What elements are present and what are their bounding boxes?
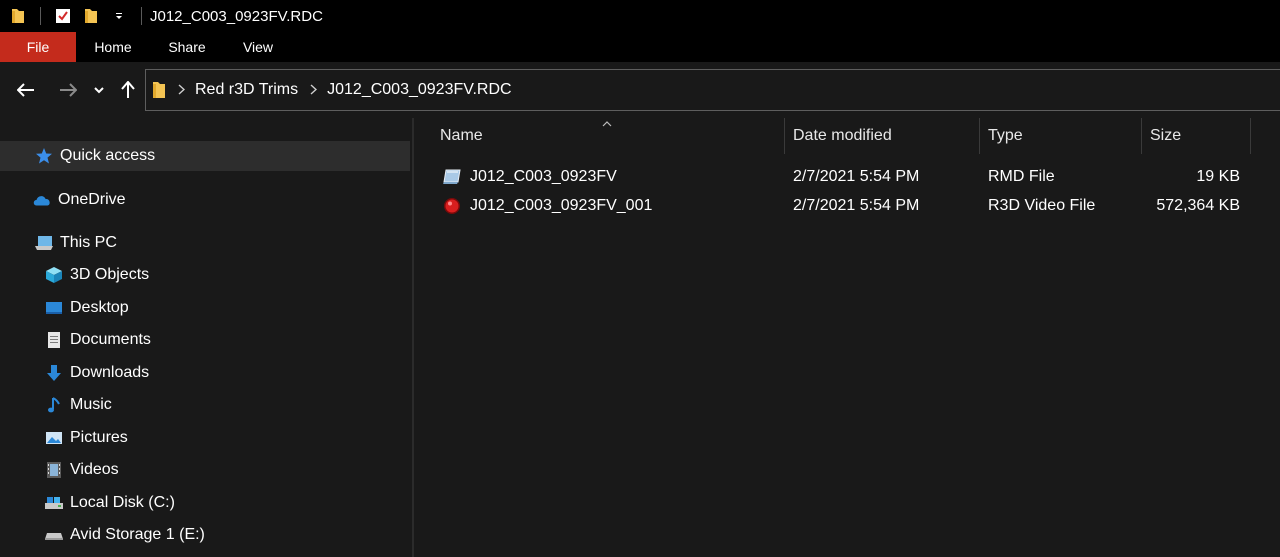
title-bar: J012_C003_0923FV.RDC <box>0 0 1280 32</box>
toolbar-separator <box>40 7 41 25</box>
up-button[interactable] <box>113 75 143 105</box>
address-bar[interactable]: Red r3D Trims J012_C003_0923FV.RDC <box>145 69 1280 111</box>
document-icon <box>44 330 64 350</box>
column-divider[interactable] <box>1250 118 1251 154</box>
sidebar-item-downloads[interactable]: Downloads <box>0 358 410 388</box>
sidebar-item-label: Music <box>70 396 112 413</box>
sidebar-item-documents[interactable]: Documents <box>0 325 410 355</box>
sidebar-item-label: Desktop <box>70 299 129 316</box>
ribbon-tabs: File Home Share View <box>0 32 1280 62</box>
forward-button[interactable] <box>53 75 83 105</box>
sidebar-item-label: Pictures <box>70 429 128 446</box>
cloud-icon <box>32 190 52 210</box>
column-divider[interactable] <box>979 118 980 154</box>
breadcrumb-red-r3d-trims[interactable]: Red r3D Trims <box>195 81 298 99</box>
file-name-cell: J012_C003_0923FV_001 <box>442 192 782 220</box>
sidebar-item-onedrive[interactable]: OneDrive <box>0 185 410 215</box>
sidebar-item-music[interactable]: Music <box>0 390 410 420</box>
file-name: J012_C003_0923FV <box>470 168 617 185</box>
column-header-size[interactable]: Size <box>1150 118 1250 154</box>
file-type-cell: R3D Video File <box>988 197 1096 214</box>
window-title: J012_C003_0923FV.RDC <box>150 7 323 25</box>
tab-share[interactable]: Share <box>150 32 224 62</box>
file-date-cell: 2/7/2021 5:54 PM <box>793 168 920 185</box>
breadcrumb-chevron-icon[interactable] <box>178 82 186 98</box>
sidebar-item-3d-objects[interactable]: 3D Objects <box>0 260 410 290</box>
sidebar-item-label: 3D Objects <box>70 266 150 283</box>
file-size-cell: 19 KB <box>1196 168 1240 185</box>
sidebar-item-label: Documents <box>70 331 151 348</box>
column-header-date-modified[interactable]: Date modified <box>793 118 979 154</box>
sidebar-item-label: This PC <box>60 234 117 251</box>
sidebar-item-label: Avid Storage 1 (E:) <box>70 526 205 543</box>
column-divider[interactable] <box>784 118 785 154</box>
file-type-cell: RMD File <box>988 168 1055 185</box>
sidebar-item-label: Quick access <box>60 147 156 164</box>
sidebar-item-desktop[interactable]: Desktop <box>0 293 410 323</box>
file-date-cell: 2/7/2021 5:54 PM <box>793 197 920 214</box>
file-name-cell: J012_C003_0923FV <box>442 163 782 191</box>
folder-icon <box>10 8 26 24</box>
computer-icon <box>34 233 54 253</box>
folder-icon <box>152 81 166 99</box>
column-divider[interactable] <box>1141 118 1142 154</box>
tab-view[interactable]: View <box>224 32 292 62</box>
new-folder-icon[interactable] <box>83 8 99 24</box>
sidebar-item-pictures[interactable]: Pictures <box>0 423 410 453</box>
file-list: Name Date modified Type Size J012_C003_0… <box>414 118 1280 557</box>
sidebar-item-local-disk-c[interactable]: Local Disk (C:) <box>0 488 410 518</box>
star-icon <box>34 146 54 166</box>
rmd-file-icon <box>442 167 462 187</box>
film-icon <box>44 460 64 480</box>
up-arrow-icon <box>121 81 135 98</box>
cube-icon <box>44 265 64 285</box>
column-header-name[interactable]: Name <box>440 118 784 154</box>
drive-icon <box>44 493 64 513</box>
file-row[interactable]: J012_C003_0923FV 2/7/2021 5:54 PM RMD Fi… <box>438 163 1268 191</box>
column-header-type[interactable]: Type <box>988 118 1141 154</box>
navigation-pane: Quick access OneDrive This PC 3D Objects… <box>0 118 412 557</box>
sidebar-item-quick-access[interactable]: Quick access <box>0 141 410 171</box>
navigation-bar: Red r3D Trims J012_C003_0923FV.RDC <box>0 62 1280 118</box>
toolbar-separator <box>141 7 142 25</box>
breadcrumb-current-folder[interactable]: J012_C003_0923FV.RDC <box>327 81 511 99</box>
forward-arrow-icon <box>60 83 77 97</box>
column-headers: Name Date modified Type Size <box>414 118 1280 154</box>
r3d-file-icon <box>442 196 462 216</box>
breadcrumb-chevron-icon[interactable] <box>310 82 318 98</box>
tab-file[interactable]: File <box>0 32 76 62</box>
sidebar-item-label: Local Disk (C:) <box>70 494 175 511</box>
sidebar-item-label: Downloads <box>70 364 150 381</box>
customize-toolbar-chevron-icon[interactable] <box>111 8 127 24</box>
sidebar-item-videos[interactable]: Videos <box>0 455 410 485</box>
back-button[interactable] <box>11 75 41 105</box>
quick-access-toolbar <box>0 0 150 32</box>
sidebar-item-avid-storage-e[interactable]: Avid Storage 1 (E:) <box>0 520 410 550</box>
file-name: J012_C003_0923FV_001 <box>470 197 653 214</box>
chevron-down-icon <box>94 87 104 94</box>
properties-icon[interactable] <box>55 8 71 24</box>
drive-icon <box>44 525 64 545</box>
file-size-cell: 572,364 KB <box>1156 197 1240 214</box>
file-row[interactable]: J012_C003_0923FV_001 2/7/2021 5:54 PM R3… <box>438 192 1268 220</box>
recent-locations-button[interactable] <box>85 75 113 105</box>
picture-icon <box>44 428 64 448</box>
back-arrow-icon <box>17 83 34 97</box>
desktop-icon <box>44 298 64 318</box>
sidebar-item-label: OneDrive <box>58 191 126 208</box>
tab-home[interactable]: Home <box>76 32 150 62</box>
sidebar-item-this-pc[interactable]: This PC <box>0 228 410 258</box>
music-note-icon <box>44 395 64 415</box>
download-arrow-icon <box>44 363 64 383</box>
sidebar-item-label: Videos <box>70 461 119 478</box>
